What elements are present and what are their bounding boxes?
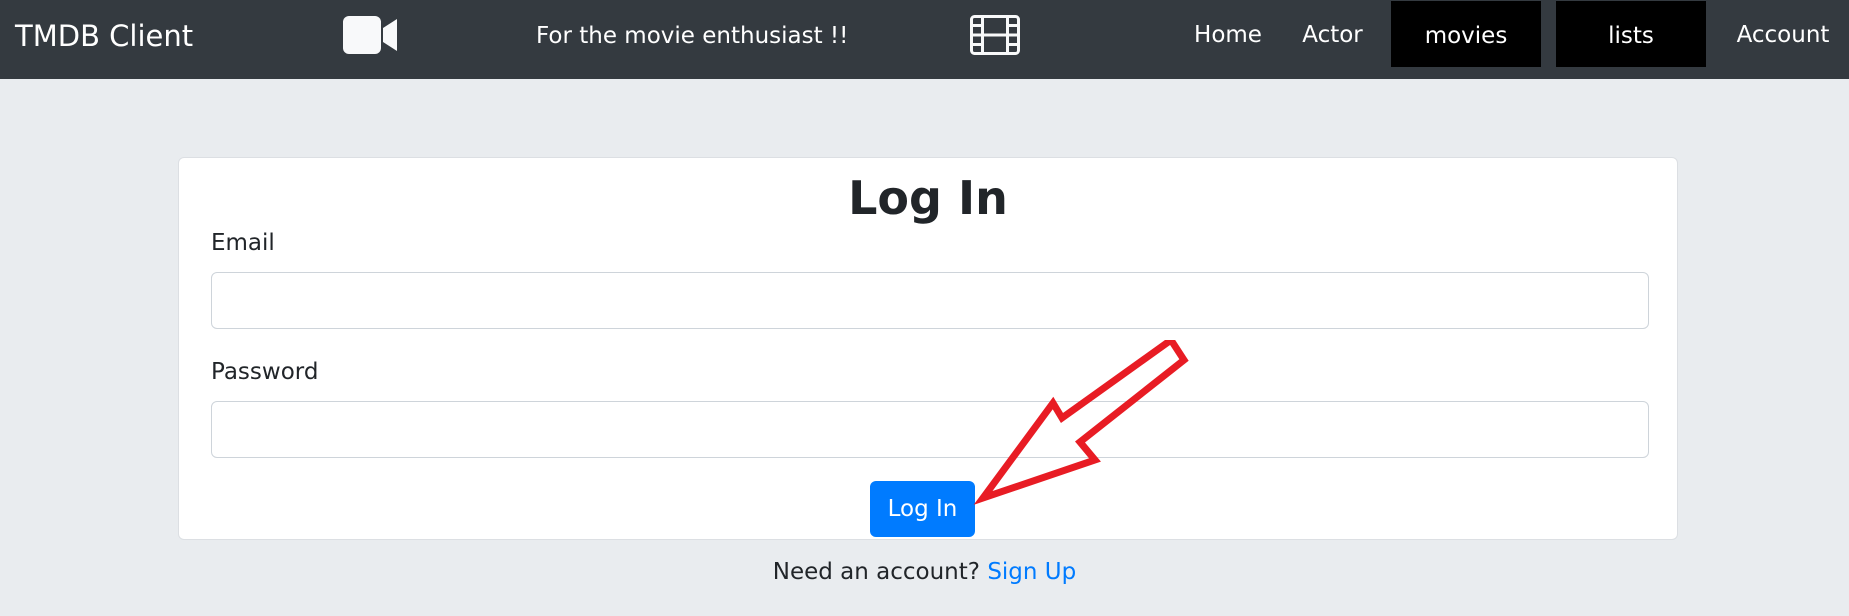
brand-link[interactable]: TMDB Client <box>15 18 193 54</box>
nav-account-link[interactable]: Account <box>1728 0 1838 67</box>
signup-link[interactable]: Sign Up <box>987 559 1076 585</box>
top-navbar: TMDB Client For the movie enthusiast !! … <box>0 0 1849 79</box>
nav-actor-link[interactable]: Actor <box>1300 0 1365 67</box>
page-title: Log In <box>848 171 1008 225</box>
film-strip-icon <box>970 15 1020 59</box>
nav-home-link[interactable]: Home <box>1190 0 1266 67</box>
password-field[interactable] <box>211 401 1649 458</box>
nav-lists-link[interactable]: lists <box>1556 1 1706 67</box>
signup-prompt-text: Need an account? <box>772 559 980 585</box>
video-camera-icon <box>343 16 399 58</box>
signup-prompt: Need an account? Sign Up <box>0 558 1849 586</box>
nav-movies-link[interactable]: movies <box>1391 1 1541 67</box>
email-field[interactable] <box>211 272 1649 329</box>
email-label: Email <box>211 230 275 256</box>
red-arrow-annotation-icon <box>960 335 1200 514</box>
tagline-text: For the movie enthusiast !! <box>536 23 849 49</box>
password-label: Password <box>211 359 319 385</box>
